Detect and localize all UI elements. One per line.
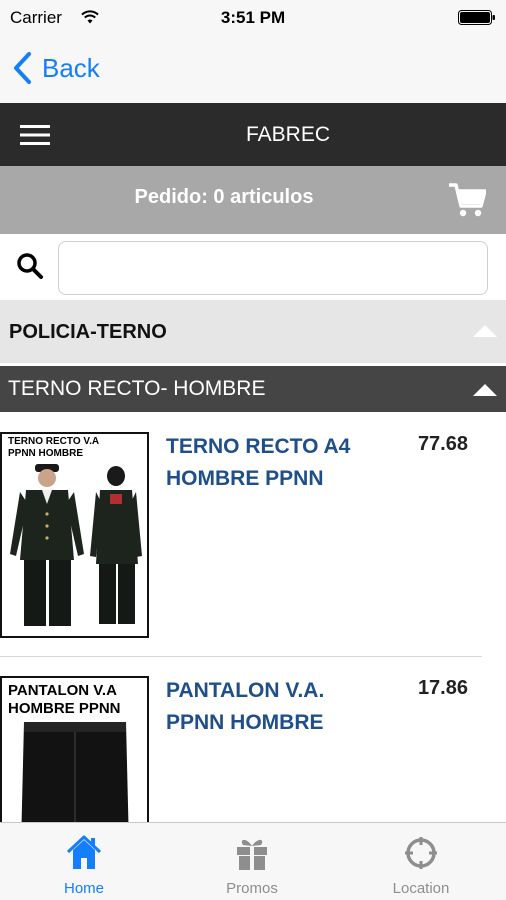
product-image-caption: PANTALON V.A HOMBRE PPNN	[8, 682, 121, 717]
category-header[interactable]: POLICIA-TERNO	[0, 300, 506, 363]
product-row[interactable]: PANTALON V.A HOMBRE PPNN PANTALON V.A. P…	[0, 656, 506, 822]
back-button[interactable]: Back	[12, 50, 100, 86]
product-image: TERNO RECTO V.A PPNN HOMBRE	[0, 432, 149, 638]
cart-icon[interactable]	[448, 182, 486, 218]
order-count-label: Pedido: 0 articulos	[134, 186, 314, 208]
product-price: 77.68	[417, 433, 468, 455]
search-row	[0, 234, 506, 300]
app-header: FABREC	[0, 103, 506, 166]
clock: 3:51 PM	[220, 8, 286, 27]
chevron-up-icon	[473, 325, 497, 337]
app-title: FABREC	[245, 123, 331, 146]
product-price: 17.86	[417, 677, 468, 699]
crosshair-icon	[405, 837, 437, 869]
product-name: TERNO RECTO A4 HOMBRE PPNN	[166, 435, 351, 490]
chevron-up-icon	[473, 384, 497, 396]
tab-home[interactable]: Home	[0, 823, 168, 900]
trousers-image	[21, 722, 129, 822]
product-list: TERNO RECTO V.A PPNN HOMBRE TERNO RECTO …	[0, 412, 506, 822]
battery-icon	[458, 10, 495, 25]
search-icon	[17, 253, 43, 279]
tab-bar: Home Promos Location	[0, 822, 506, 900]
status-bar: Carrier 3:51 PM	[0, 0, 506, 36]
product-name: PANTALON V.A. PPNN HOMBRE	[166, 679, 325, 734]
search-input[interactable]	[58, 241, 488, 295]
tab-promos[interactable]: Promos	[168, 823, 336, 900]
product-image: PANTALON V.A HOMBRE PPNN	[0, 676, 149, 822]
tab-location[interactable]: Location	[337, 823, 505, 900]
product-row[interactable]: TERNO RECTO V.A PPNN HOMBRE TERNO RECTO …	[0, 412, 506, 657]
subcategory-label: TERNO RECTO- HOMBRE	[8, 377, 266, 400]
gift-icon	[237, 839, 267, 870]
category-label: POLICIA-TERNO	[9, 321, 167, 343]
chevron-left-icon	[14, 52, 31, 84]
subcategory-header[interactable]: TERNO RECTO- HOMBRE	[0, 366, 506, 412]
order-summary-bar: Pedido: 0 articulos	[0, 166, 506, 234]
product-image-caption: TERNO RECTO V.A PPNN HOMBRE	[8, 436, 99, 459]
tab-label: Promos	[226, 880, 278, 897]
back-label: Back	[42, 52, 100, 83]
tab-label: Location	[392, 880, 450, 897]
home-icon	[66, 835, 102, 869]
tab-label: Home	[63, 880, 104, 897]
uniform-image	[10, 464, 142, 626]
navigation-bar: Back	[0, 36, 506, 103]
